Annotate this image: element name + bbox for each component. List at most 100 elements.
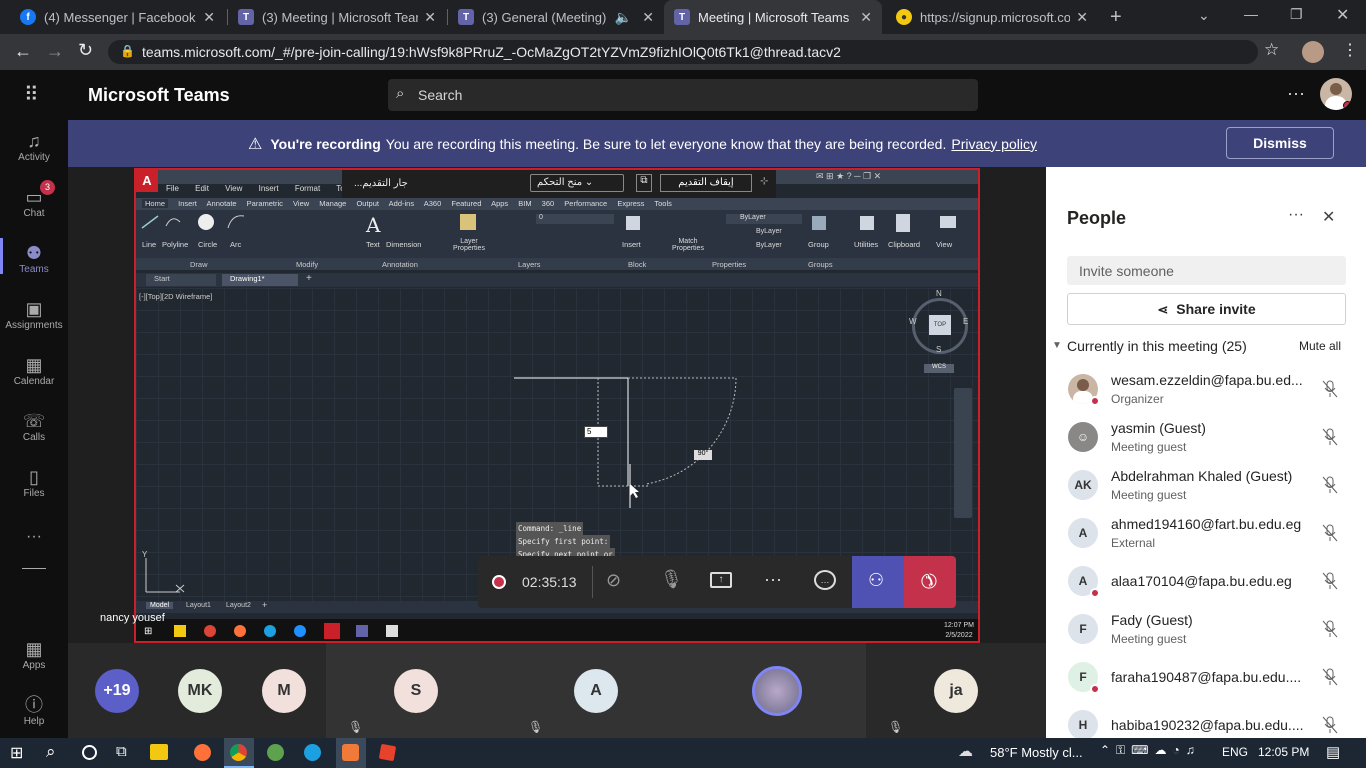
give-control-dropdown[interactable]: منح التحكم ⌄ (530, 174, 624, 192)
rail-item-teams[interactable]: ⚉ Teams (0, 238, 68, 275)
taskbar-clock[interactable]: 12:05 PM (1258, 745, 1309, 759)
reload-icon[interactable]: ↻ (78, 40, 93, 61)
participant-row[interactable]: A alaa170104@fapa.bu.edu.eg (1068, 562, 1358, 610)
share-invite-button[interactable]: ⋖ Share invite (1067, 293, 1346, 325)
participants-button[interactable]: ⚇ (852, 556, 904, 608)
acad-tab[interactable]: Performance (564, 199, 607, 208)
app-icon[interactable] (378, 743, 397, 762)
linetype-dropdown[interactable]: ByLayer (756, 228, 782, 235)
speaking-participant-avatar[interactable] (752, 666, 802, 716)
mic-muted-icon[interactable] (1322, 476, 1338, 494)
browser-tab-general[interactable]: T (3) General (Meeting) | M 🔈 ✕ (448, 0, 664, 34)
rail-item-calls[interactable]: ☏ Calls (0, 410, 68, 443)
acad-menu-view[interactable]: View (225, 184, 242, 193)
cortana-icon[interactable] (82, 745, 97, 760)
back-icon[interactable]: ← (14, 41, 32, 62)
close-tab-icon[interactable]: ✕ (203, 9, 215, 26)
mic-muted-icon[interactable] (1322, 524, 1338, 542)
acad-tab[interactable]: Insert (178, 199, 197, 208)
acad-menu-format[interactable]: Format (295, 184, 320, 193)
color-dropdown[interactable]: ByLayer (726, 214, 802, 224)
mic-muted-icon[interactable] (1322, 380, 1338, 398)
file-explorer-icon[interactable] (150, 744, 168, 760)
close-tab-icon[interactable]: ✕ (642, 9, 654, 26)
restore-button[interactable]: ❐ (1290, 6, 1303, 23)
camera-off-button[interactable]: ⊘ (606, 570, 621, 591)
acad-tab[interactable]: Express Tools (617, 199, 672, 208)
notification-icon[interactable]: ▤ (1326, 743, 1340, 761)
privacy-policy-link[interactable]: Privacy policy (951, 136, 1037, 152)
tab-search-icon[interactable]: ⌄ (1198, 7, 1210, 24)
acad-tab[interactable]: Output (356, 199, 379, 208)
close-tab-icon[interactable]: ✕ (1076, 9, 1088, 26)
mic-muted-icon[interactable] (1322, 572, 1338, 590)
meeting-section-header[interactable]: Currently in this meeting (25) (1067, 338, 1247, 354)
share-content-button[interactable]: ↑ (710, 572, 732, 588)
doc-tab-start[interactable]: Start (146, 274, 216, 286)
invite-input[interactable]: Invite someone (1067, 256, 1346, 285)
firefox-icon[interactable] (194, 744, 211, 761)
app-launcher-icon[interactable]: ⠿ (24, 82, 40, 107)
participant-row[interactable]: F faraha190487@fapa.bu.edu.... (1068, 658, 1358, 706)
rail-item-activity[interactable]: ♫ Activity (0, 130, 68, 163)
browser-menu-icon[interactable]: ⋮ (1342, 40, 1358, 60)
dismiss-button[interactable]: Dismiss (1226, 127, 1334, 159)
mic-muted-icon[interactable] (1322, 716, 1338, 734)
layer-dropdown[interactable]: 0 (536, 214, 614, 224)
acad-tab[interactable]: A360 (424, 199, 442, 208)
add-layout-icon[interactable]: + (262, 600, 267, 610)
acad-tab-home[interactable]: Home (142, 199, 169, 208)
more-options-icon[interactable]: ··· (1287, 83, 1305, 104)
participant-row[interactable]: A ahmed194160@fart.bu.edu.eg External (1068, 514, 1358, 562)
lineweight-dropdown[interactable]: ByLayer (756, 242, 782, 249)
drawing-canvas[interactable]: [-][Top][2D Wireframe] 5 90° TOP N S W E… (136, 288, 978, 601)
acad-tab[interactable]: BIM 360 (518, 199, 554, 208)
acad-menu-file[interactable]: File (166, 184, 179, 193)
rail-item-assignments[interactable]: ▣ Assignments (0, 298, 68, 331)
input-language[interactable]: ENG (1222, 745, 1248, 759)
app-icon[interactable] (267, 744, 284, 761)
participant-tile-a[interactable]: A (574, 669, 618, 713)
new-doc-tab-icon[interactable]: + (306, 273, 312, 284)
forward-icon[interactable]: → (46, 41, 64, 62)
task-view-icon[interactable]: ⧉ (116, 743, 127, 760)
user-avatar[interactable] (1320, 78, 1352, 110)
minimize-button[interactable]: — (1244, 6, 1258, 22)
layout-tab-model[interactable]: Model (146, 602, 174, 609)
address-bar[interactable]: 🔒 teams.microsoft.com/_#/pre-join-callin… (108, 40, 1258, 64)
mic-muted-icon[interactable] (1322, 428, 1338, 446)
close-tab-icon[interactable]: ✕ (860, 9, 872, 26)
stop-presenting-button[interactable]: إيقاف التقديم (660, 174, 752, 192)
viewcube-top[interactable]: TOP (929, 315, 951, 335)
bookmark-star-icon[interactable]: ☆ (1264, 40, 1279, 60)
doc-tab-drawing[interactable]: Drawing1* (222, 274, 298, 286)
more-actions-button[interactable]: ··· (764, 569, 782, 590)
windows-start-icon[interactable]: ⊞ (10, 743, 23, 763)
app-taskbar-button[interactable] (336, 738, 366, 768)
hang-up-button[interactable]: ✆ (904, 556, 956, 608)
dynamic-input-field[interactable]: 5 (584, 426, 608, 438)
close-window-button[interactable]: ✕ (1336, 5, 1349, 25)
chevron-down-icon[interactable]: ▼ (1052, 340, 1062, 351)
acad-tab[interactable]: Manage (319, 199, 346, 208)
participant-row[interactable]: F Fady (Guest) Meeting guest (1068, 610, 1358, 658)
pin-toolbar-icon[interactable]: ⧉ (636, 174, 652, 192)
search-input[interactable]: ⌕ Search (388, 79, 978, 111)
participant-tile-s[interactable]: S (394, 669, 438, 713)
tray-icons[interactable]: ⌃⚿⌨☁◔♫ (1100, 743, 1201, 758)
mic-off-button[interactable]: 🎙 (660, 569, 683, 590)
browser-tab-facebook[interactable]: f (4) Messenger | Facebook ✕ (10, 0, 225, 34)
rail-item-chat[interactable]: ▭ Chat 3 (0, 180, 68, 219)
participant-tile-mk[interactable]: MK (178, 669, 222, 713)
new-tab-button[interactable]: + (1110, 6, 1122, 29)
chrome-taskbar-button[interactable] (224, 738, 254, 768)
rail-item-files[interactable]: ▯ Files (0, 466, 68, 499)
overflow-participants[interactable]: +19 (95, 669, 139, 713)
viewcube[interactable]: TOP N S W E (909, 289, 968, 354)
participant-tile-ja[interactable]: ja (934, 669, 978, 713)
participant-row[interactable]: ☺ yasmin (Guest) Meeting guest (1068, 418, 1358, 466)
mic-muted-icon[interactable] (1322, 668, 1338, 686)
pin-icon[interactable]: ⊹ (760, 176, 768, 187)
profile-avatar[interactable] (1302, 41, 1324, 63)
participant-row[interactable]: AK Abdelrahman Khaled (Guest) Meeting gu… (1068, 466, 1358, 514)
